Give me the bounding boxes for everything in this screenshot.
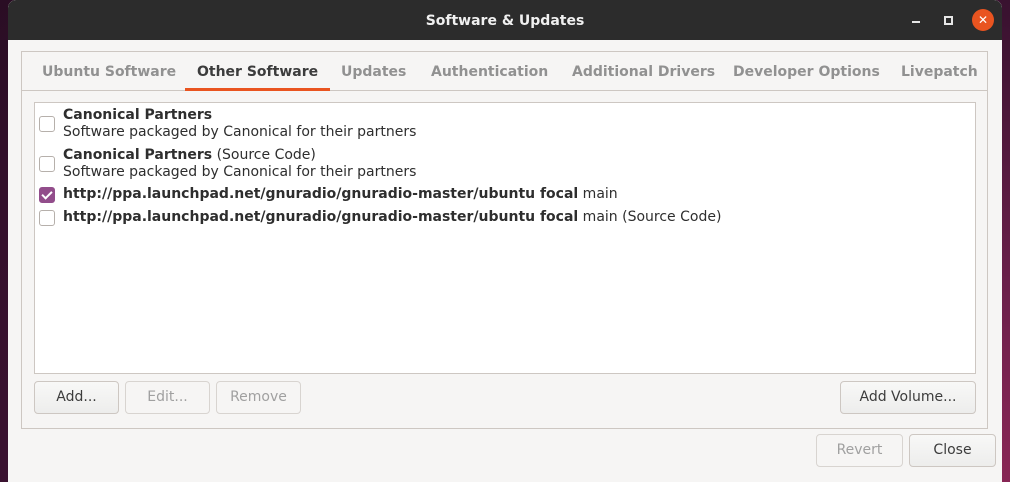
source-checkbox-checked[interactable]: [39, 187, 55, 203]
source-name: Canonical Partners: [63, 147, 213, 163]
source-checkbox[interactable]: [39, 156, 55, 172]
tab-authentication[interactable]: Authentication: [431, 52, 548, 90]
other-software-page: Canonical Partners Software packaged by …: [22, 91, 987, 428]
tab-notebook: Ubuntu Software Other Software Updates A…: [21, 51, 988, 429]
list-item[interactable]: http://ppa.launchpad.net/gnuradio/gnurad…: [35, 183, 975, 206]
close-button[interactable]: Close: [909, 434, 996, 467]
tab-bar: Ubuntu Software Other Software Updates A…: [22, 52, 987, 91]
remove-button[interactable]: Remove: [216, 381, 301, 414]
list-item[interactable]: Canonical Partners (Source Code) Softwar…: [35, 143, 975, 183]
tab-additional-drivers[interactable]: Additional Drivers: [572, 52, 715, 90]
source-name: http://ppa.launchpad.net/gnuradio/gnurad…: [63, 209, 579, 225]
window-title: Software & Updates: [425, 13, 585, 29]
list-item[interactable]: Canonical Partners Software packaged by …: [35, 103, 975, 143]
source-name: Canonical Partners: [63, 107, 213, 123]
tab-ubuntu-software[interactable]: Ubuntu Software: [42, 52, 176, 90]
source-suffix: main (Source Code): [578, 209, 722, 225]
tab-other-software[interactable]: Other Software: [184, 52, 331, 91]
close-window-icon[interactable]: ✕: [972, 9, 994, 31]
source-name: http://ppa.launchpad.net/gnuradio/gnurad…: [63, 186, 579, 202]
source-checkbox[interactable]: [39, 210, 55, 226]
add-volume-button[interactable]: Add Volume...: [840, 381, 976, 414]
list-item[interactable]: http://ppa.launchpad.net/gnuradio/gnurad…: [35, 206, 975, 229]
minimize-icon[interactable]: [905, 10, 927, 32]
revert-button[interactable]: Revert: [816, 434, 903, 467]
maximize-icon[interactable]: [938, 10, 960, 32]
source-description: Software packaged by Canonical for their…: [63, 124, 417, 140]
tab-livepatch[interactable]: Livepatch: [901, 52, 978, 90]
tab-developer-options[interactable]: Developer Options: [733, 52, 880, 90]
source-description: Software packaged by Canonical for their…: [63, 164, 417, 180]
source-checkbox[interactable]: [39, 116, 55, 132]
source-suffix: main: [578, 186, 618, 202]
title-bar[interactable]: Software & Updates ✕: [8, 0, 1002, 40]
source-suffix: (Source Code): [212, 147, 316, 163]
add-button[interactable]: Add...: [34, 381, 119, 414]
tab-updates[interactable]: Updates: [341, 52, 406, 90]
software-updates-window: Software & Updates ✕ Ubuntu Software Oth…: [8, 0, 1002, 482]
edit-button[interactable]: Edit...: [125, 381, 210, 414]
sources-list: Canonical Partners Software packaged by …: [34, 102, 976, 374]
